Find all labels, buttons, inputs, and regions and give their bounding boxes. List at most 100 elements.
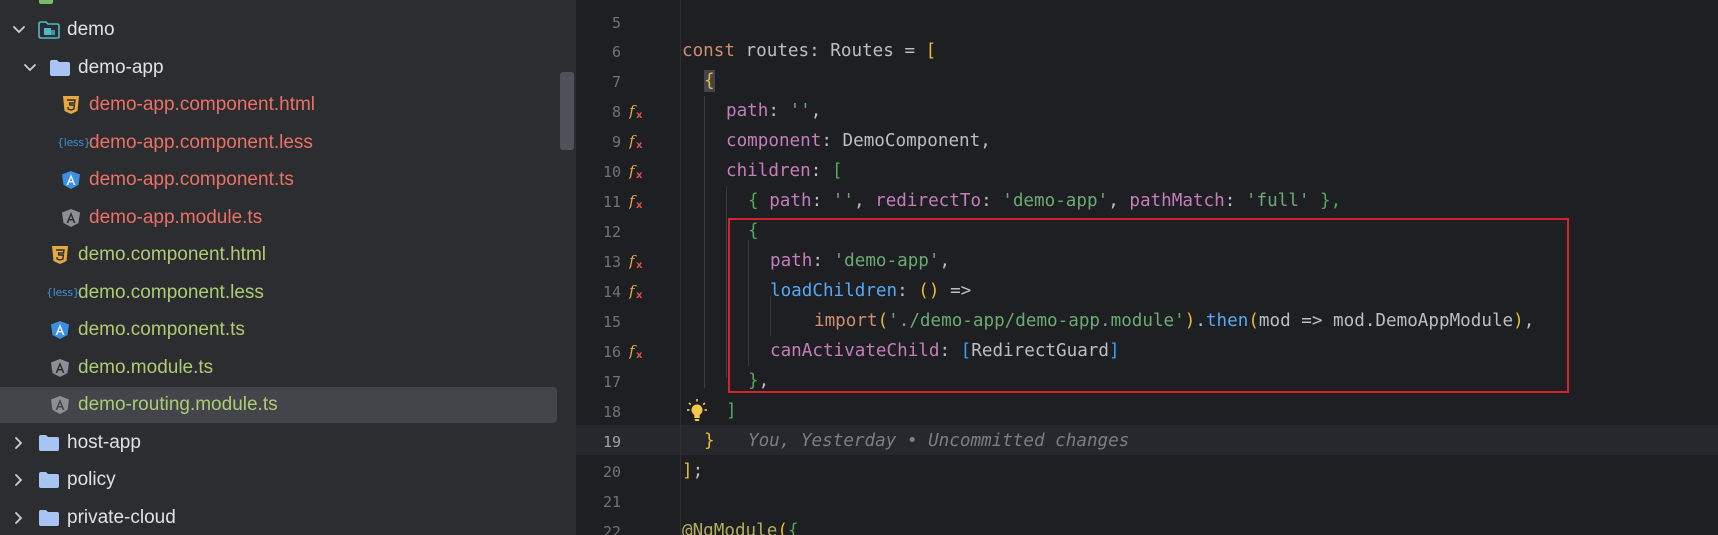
code-line-22[interactable]: 22 @NgModule({ — [576, 516, 1718, 535]
line-number: 6 — [611, 43, 621, 61]
code-line-18[interactable]: 18 ] — [576, 396, 1718, 426]
angular-route-icon[interactable]: f x — [629, 161, 647, 181]
svg-text:x: x — [636, 200, 643, 211]
highlight-box — [728, 218, 1569, 393]
tree-item-label: demo.component.less — [78, 282, 264, 303]
tree-item-label: demo.component.ts — [78, 319, 245, 340]
project-tree-panel[interactable]: demo demo-app demo-app.component.html {l… — [0, 0, 576, 535]
svg-text:x: x — [636, 350, 643, 361]
code-text: children: [ — [726, 161, 843, 181]
line-number: 18 — [602, 403, 621, 421]
tree-item-file[interactable]: demo-app.module.ts — [0, 200, 576, 236]
code-line-7[interactable]: 7 { — [576, 66, 1718, 96]
tree-item-label: demo-app.module.ts — [89, 207, 263, 228]
code-line-9[interactable]: 9 f x component: DemoComponent, — [576, 126, 1718, 156]
code-text: @NgModule({ — [682, 521, 799, 535]
line-number: 7 — [611, 73, 621, 91]
angular-route-icon[interactable]: f x — [629, 341, 647, 361]
code-line-6[interactable]: 6 const routes: Routes = [ — [576, 36, 1718, 66]
angular-route-icon[interactable]: f x — [629, 251, 647, 271]
tree-item-file[interactable]: {less} demo-app.component.less — [0, 125, 576, 161]
line-number: 8 — [611, 103, 621, 121]
svg-text:x: x — [636, 110, 643, 121]
tree-item-file[interactable]: demo-app.component.html — [0, 87, 576, 123]
tree-item-file[interactable]: demo.module.ts — [0, 350, 576, 386]
line-number: 20 — [602, 463, 621, 481]
tree-item-file[interactable]: demo.component.html — [0, 237, 576, 273]
code-text: { path: '', redirectTo: 'demo-app', path… — [748, 191, 1342, 211]
tree-item-label: demo-app — [78, 57, 164, 78]
chevron-down-icon[interactable] — [11, 22, 27, 38]
chevron-right-icon[interactable] — [11, 472, 27, 488]
line-number: 13 — [602, 253, 621, 271]
folder-icon — [39, 435, 59, 451]
tree-item-label: demo-app.component.less — [89, 132, 313, 153]
svg-text:x: x — [636, 260, 643, 271]
angular-module-icon — [51, 396, 69, 414]
chevron-down-icon[interactable] — [22, 60, 38, 76]
code-line-20[interactable]: 20 ]; — [576, 456, 1718, 486]
tree-item-label: demo — [67, 19, 115, 40]
angular-route-icon[interactable]: f x — [629, 191, 647, 211]
code-text: ]; — [682, 461, 704, 481]
tree-item-file[interactable]: demo.component.ts — [0, 312, 576, 348]
tree-item-demo[interactable]: demo — [0, 12, 576, 48]
angular-module-icon — [62, 209, 80, 227]
folder-icon — [39, 510, 59, 526]
svg-text:x: x — [636, 140, 643, 151]
angular-component-icon — [51, 321, 69, 339]
tree-item-label: demo-app.component.ts — [89, 169, 294, 190]
line-number: 19 — [602, 433, 621, 451]
code-text: } — [704, 431, 715, 451]
line-number: 14 — [602, 283, 621, 301]
tree-scrollbar-thumb[interactable] — [560, 72, 574, 150]
lightbulb-icon[interactable] — [687, 399, 707, 423]
line-number: 22 — [602, 523, 621, 535]
svg-text:x: x — [636, 170, 643, 181]
code-line-5[interactable]: 5 — [576, 7, 1718, 37]
line-number: 17 — [602, 373, 621, 391]
tree-item-label: demo.module.ts — [78, 357, 214, 378]
tree-item-demo-app[interactable]: demo-app — [0, 50, 576, 86]
file-icon — [39, 0, 53, 4]
tree-item-file[interactable]: {less} demo.component.less — [0, 275, 576, 311]
line-number: 5 — [611, 14, 621, 32]
code-text: ] — [726, 401, 737, 421]
less-file-icon: {less} — [57, 136, 91, 149]
tree-item-host-app[interactable]: host-app — [0, 425, 576, 461]
chevron-right-icon[interactable] — [11, 435, 27, 451]
line-number: 16 — [602, 343, 621, 361]
code-text: const routes: Routes = [ — [682, 41, 937, 61]
code-line-11[interactable]: 11 f x { path: '', redirectTo: 'demo-app… — [576, 186, 1718, 216]
tree-item-label: host-app — [67, 432, 141, 453]
tree-item-label: private-cloud — [67, 507, 176, 528]
html5-icon — [52, 246, 68, 264]
html5-icon — [63, 96, 79, 114]
tree-item-file[interactable]: demo-app.component.ts — [0, 162, 576, 198]
code-line-19[interactable]: 19 } You, Yesterday • Uncommitted change… — [576, 426, 1718, 456]
code-line-8[interactable]: 8 f x path: '', — [576, 96, 1718, 126]
angular-route-icon[interactable]: f x — [629, 131, 647, 151]
tree-item-file-selected[interactable]: demo-routing.module.ts — [0, 387, 557, 423]
tree-item-private-cloud[interactable]: private-cloud — [0, 500, 576, 535]
tree-item-label: demo-app.component.html — [89, 94, 316, 115]
angular-route-icon[interactable]: f x — [629, 281, 647, 301]
line-number: 15 — [602, 313, 621, 331]
less-file-icon: {less} — [46, 286, 80, 299]
ide-window: demo demo-app demo-app.component.html {l… — [0, 0, 1718, 535]
folder-icon — [39, 472, 59, 488]
code-line-21[interactable]: 21 — [576, 486, 1718, 516]
angular-route-icon[interactable]: f x — [629, 101, 647, 121]
line-number: 12 — [602, 223, 621, 241]
line-number: 9 — [611, 133, 621, 151]
angular-component-icon — [62, 171, 80, 189]
chevron-right-icon[interactable] — [11, 510, 27, 526]
git-blame-annotation: You, Yesterday • Uncommitted changes — [748, 431, 1130, 451]
code-line-10[interactable]: 10 f x children: [ — [576, 156, 1718, 186]
code-text: component: DemoComponent, — [726, 131, 991, 151]
folder-icon — [50, 60, 70, 76]
line-number: 11 — [602, 193, 621, 211]
tree-item-label: policy — [67, 469, 116, 490]
tree-item-label: demo-routing.module.ts — [78, 394, 278, 415]
tree-item-policy[interactable]: policy — [0, 462, 576, 498]
